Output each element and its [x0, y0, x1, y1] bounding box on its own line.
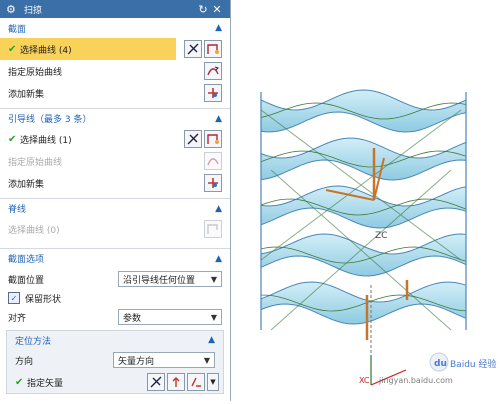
reset-icon[interactable]: ↻: [196, 3, 210, 16]
section-profile-header[interactable]: 截面 ▲: [0, 18, 230, 38]
orient-method-header[interactable]: 定位方法 ▲: [7, 331, 223, 349]
watermark: du Baidu 经验 jingyan.baidu.com: [378, 352, 496, 385]
guide-origin-label: 指定原始曲线: [8, 157, 63, 168]
orient-method-group: 定位方法 ▲ 方向 矢量方向 ▼ ✔ 指定矢量 ▼: [6, 330, 224, 394]
profile-origin-label: 指定原始曲线: [8, 67, 63, 78]
watermark-brand: Baidu 经验: [450, 358, 496, 370]
align-row: 对齐 参数 ▼: [0, 306, 230, 328]
surface-band: [260, 137, 467, 181]
dropdown-arrow-icon: ▼: [210, 274, 217, 284]
add-set-icon[interactable]: [204, 84, 222, 102]
reverse-direction-icon[interactable]: [167, 373, 185, 391]
vector-constructor-icon[interactable]: [187, 373, 205, 391]
position-label: 截面位置: [8, 275, 45, 286]
curve-rule-icon: [204, 220, 222, 238]
profile-select-row[interactable]: ✔ 选择曲线 (4): [0, 38, 230, 60]
collapse-icon[interactable]: ▲: [215, 204, 222, 214]
surface-band: [260, 89, 467, 133]
section-options-title: 截面选项: [8, 255, 45, 265]
section-spine-header[interactable]: 脊线 ▲: [0, 198, 230, 218]
collapse-icon[interactable]: ▲: [215, 23, 222, 33]
dialog-title: 扫掠: [24, 5, 43, 16]
direction-select[interactable]: 矢量方向 ▼: [112, 352, 215, 368]
checkmark-icon: ✔: [15, 376, 24, 388]
axis-xc-label: XC: [359, 376, 370, 385]
gear-icon[interactable]: ⚙: [6, 3, 18, 16]
collapse-icon[interactable]: ▲: [208, 335, 215, 345]
guide-select-row[interactable]: ✔ 选择曲线 (1): [0, 128, 230, 150]
curve-rule-icon[interactable]: [204, 130, 222, 148]
guide-add-set-label: 添加新集: [8, 179, 45, 190]
dropdown-arrow-icon: ▼: [210, 312, 217, 322]
section-options-header[interactable]: 截面选项 ▲: [0, 248, 230, 268]
orient-method-title: 定位方法: [15, 336, 52, 347]
section-spine-title: 脊线: [8, 205, 27, 215]
profile-add-set-label: 添加新集: [8, 89, 45, 100]
align-label: 对齐: [8, 313, 27, 324]
profile-origin-row[interactable]: 指定原始曲线: [0, 60, 230, 82]
curve-rule-icon[interactable]: [204, 40, 222, 58]
position-select[interactable]: 沿引导线任何位置 ▼: [118, 271, 222, 287]
preserve-shape-checkbox[interactable]: ✓: [8, 292, 20, 304]
graphics-viewport[interactable]: ZC XC du Baidu 经验 jingyan.baidu.com: [231, 0, 500, 401]
section-guide-header[interactable]: 引导线（最多 3 条） ▲: [0, 108, 230, 128]
surface-band: [260, 185, 467, 229]
profile-select-curve-label: 选择曲线 (4): [20, 45, 72, 56]
spine-select-curve-label: 选择曲线 (0): [8, 225, 60, 236]
section-guide-title: 引导线（最多 3 条）: [8, 115, 92, 125]
guide-origin-row: 指定原始曲线: [0, 150, 230, 172]
origin-curve-icon: [204, 152, 222, 170]
origin-curve-icon[interactable]: [204, 62, 222, 80]
checkmark-icon: ✔: [8, 133, 17, 145]
spine-select-row: 选择曲线 (0): [0, 218, 230, 240]
direction-row: 方向 矢量方向 ▼: [7, 349, 223, 371]
section-profile-title: 截面: [8, 24, 27, 35]
deselect-icon[interactable]: [184, 40, 202, 58]
add-set-icon[interactable]: [204, 174, 222, 192]
profile-add-set-row[interactable]: 添加新集: [0, 82, 230, 104]
dialog-title-bar: ⚙ 扫掠 ↻ ✕: [0, 0, 230, 18]
guide-add-set-row[interactable]: 添加新集: [0, 172, 230, 194]
preserve-shape-label: 保留形状: [25, 294, 62, 305]
axis-zc-label: ZC: [375, 231, 387, 241]
vector-dropdown-icon[interactable]: ▼: [207, 373, 219, 391]
sweep-dialog: ⚙ 扫掠 ↻ ✕ 截面 ▲ ✔ 选择曲线 (4) 指定原始曲线 添加新集 引导线…: [0, 0, 231, 401]
swept-surface-model[interactable]: ZC XC du Baidu 经验 jingyan.baidu.com: [231, 0, 500, 401]
collapse-icon[interactable]: ▲: [215, 254, 222, 264]
vector-deselect-icon[interactable]: [147, 373, 165, 391]
dropdown-arrow-icon: ▼: [203, 355, 210, 365]
position-row: 截面位置 沿引导线任何位置 ▼: [0, 268, 230, 290]
collapse-icon[interactable]: ▲: [215, 114, 222, 124]
position-value: 沿引导线任何位置: [123, 275, 196, 286]
direction-value: 矢量方向: [117, 356, 154, 367]
checkmark-icon: ✔: [8, 43, 17, 55]
deselect-icon[interactable]: [184, 130, 202, 148]
watermark-url: jingyan.baidu.com: [378, 376, 453, 385]
align-select[interactable]: 参数 ▼: [118, 309, 222, 325]
specify-vector-row[interactable]: ✔ 指定矢量 ▼: [7, 371, 223, 393]
align-value: 参数: [123, 313, 142, 324]
preserve-shape-row[interactable]: ✓ 保留形状: [0, 290, 230, 306]
direction-label: 方向: [15, 356, 34, 367]
svg-text:du: du: [434, 359, 447, 369]
close-icon[interactable]: ✕: [210, 3, 224, 16]
